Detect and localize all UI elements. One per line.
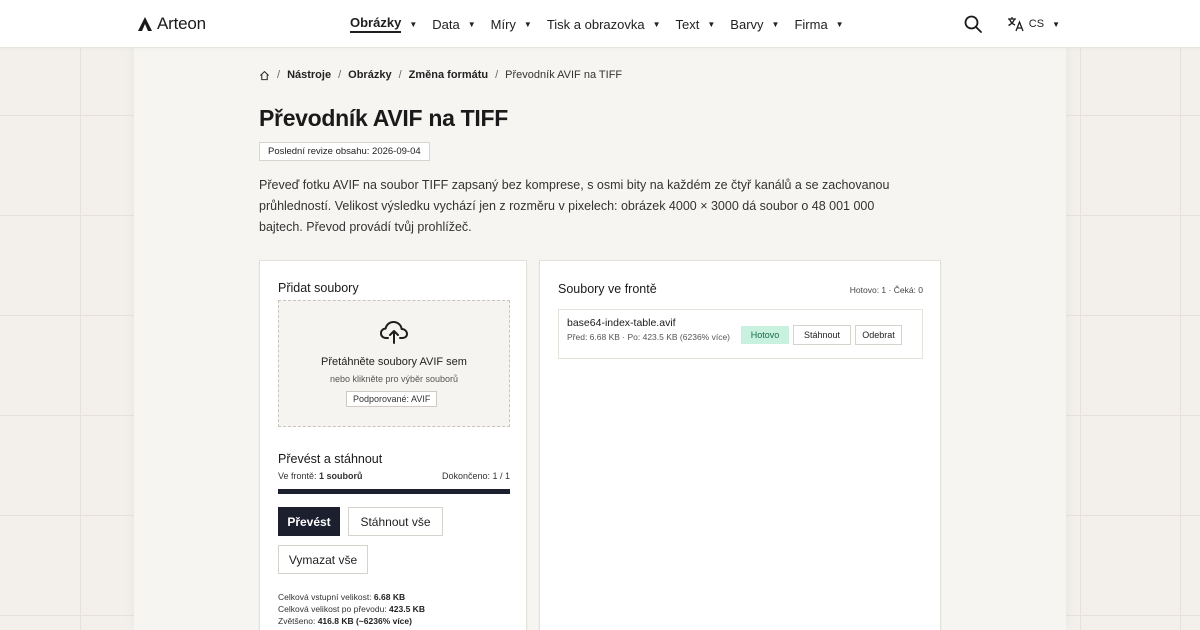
queue-status-count: Hotovo: 1 · Čeká: 0: [849, 285, 923, 295]
file-dropzone[interactable]: Přetáhněte soubory AVIF sem nebo kliknět…: [278, 300, 510, 427]
nav-item-label: Text: [675, 16, 700, 32]
nav-item-colors[interactable]: Barvy ▼: [730, 0, 779, 48]
breadcrumb-separator: /: [277, 69, 281, 81]
clear-all-button[interactable]: Vymazat vše: [278, 545, 368, 574]
nav-item-label: Míry: [490, 16, 516, 32]
search-icon[interactable]: [963, 14, 983, 34]
chevron-down-icon: ▼: [1052, 19, 1060, 29]
home-icon[interactable]: [259, 70, 270, 81]
status-badge: Hotovo: [741, 326, 789, 344]
queue-title: Soubory ve frontě: [558, 282, 657, 296]
dropzone-subtitle: nebo klikněte pro výběr souborů: [329, 374, 459, 384]
progress-fill: [278, 489, 510, 494]
language-switcher[interactable]: CS ▼: [1007, 16, 1060, 32]
nav-item-label: Data: [432, 16, 460, 32]
nav-item-label: Obrázky: [350, 15, 402, 33]
download-all-button[interactable]: Stáhnout vše: [348, 507, 443, 536]
brand-name: Arteon: [157, 14, 206, 33]
chevron-down-icon: ▼: [771, 19, 780, 29]
stat-output-size: Celková velikost po převodu: 423.5 KB: [278, 604, 425, 614]
brand-logo[interactable]: Arteon: [137, 14, 206, 34]
file-size-meta: Před: 6.68 KB · Po: 423.5 KB (6236% více…: [567, 332, 731, 342]
queue-file-row: base64-index-table.avif Před: 6.68 KB · …: [558, 309, 923, 359]
completed-count: Dokončeno: 1 / 1: [441, 471, 510, 481]
stat-growth: Zvětšeno: 416.8 KB (~6236% více): [278, 616, 412, 626]
nav-item-label: Barvy: [730, 16, 764, 32]
main-content: / Nástroje / Obrázky / Změna formátu / P…: [134, 48, 1066, 630]
breadcrumb-tools[interactable]: Nástroje: [287, 69, 331, 81]
intro-text: Převeď fotku AVIF na soubor TIFF zapsaný…: [259, 178, 890, 234]
chevron-down-icon: ▼: [467, 19, 476, 29]
nav-item-text[interactable]: Text ▼: [676, 0, 716, 48]
upload-card: Přidat soubory Přetáhněte soubory AVIF s…: [259, 260, 527, 630]
breadcrumb-format-change[interactable]: Změna formátu: [409, 69, 488, 81]
stat-input-size: Celková vstupní velikost: 6.68 KB: [278, 592, 406, 602]
chevron-down-icon: ▼: [523, 19, 532, 29]
chevron-down-icon: ▼: [652, 19, 661, 29]
nav-item-company[interactable]: Firma ▼: [794, 0, 843, 48]
main-nav: Obrázky ▼ Data ▼ Míry ▼ Tisk a obrazovka…: [350, 0, 859, 48]
header-tools: CS ▼: [963, 14, 1060, 34]
cloud-upload-icon: [380, 321, 408, 344]
nav-item-images[interactable]: Obrázky ▼: [350, 0, 417, 48]
nav-item-label: Tisk a obrazovka: [546, 16, 645, 32]
supported-formats-badge: Podporované: AVIF: [346, 391, 438, 407]
breadcrumb: / Nástroje / Obrázky / Změna formátu / P…: [259, 69, 622, 81]
conversion-progress-bar: [278, 489, 510, 494]
nav-item-print-screen[interactable]: Tisk a obrazovka ▼: [547, 0, 661, 48]
breadcrumb-separator: /: [338, 69, 342, 81]
size-stats: Celková vstupní velikost: 6.68 KB Celkov…: [278, 591, 425, 627]
logo-mark-icon: [138, 17, 152, 31]
page-title: Převodník AVIF na TIFF: [259, 105, 508, 131]
upload-title: Přidat soubory: [278, 281, 359, 295]
file-remove-button[interactable]: Odebrat: [855, 325, 902, 345]
breadcrumb-separator: /: [495, 69, 499, 81]
convert-button[interactable]: Převést: [278, 507, 340, 536]
dropzone-title: Přetáhněte soubory AVIF sem: [321, 356, 467, 368]
queue-card: Soubory ve frontě Hotovo: 1 · Čeká: 0 ba…: [539, 260, 941, 630]
breadcrumb-images[interactable]: Obrázky: [348, 69, 391, 81]
convert-title: Převést a stáhnout: [278, 452, 383, 466]
revision-badge: Poslední revize obsahu: 2026-09-04: [259, 142, 430, 161]
nav-item-data[interactable]: Data ▼: [432, 0, 475, 48]
language-code: CS: [1028, 18, 1045, 30]
chevron-down-icon: ▼: [409, 19, 418, 29]
top-navigation-bar: Arteon Obrázky ▼ Data ▼ Míry ▼ Tisk a ob…: [0, 0, 1200, 48]
translate-icon: [1007, 17, 1024, 32]
chevron-down-icon: ▼: [835, 19, 844, 29]
breadcrumb-current: Převodník AVIF na TIFF: [505, 69, 623, 81]
nav-item-measures[interactable]: Míry ▼: [491, 0, 532, 48]
queue-size-text: Ve frontě: 1 souborů: [278, 471, 363, 481]
file-name: base64-index-table.avif: [567, 317, 676, 329]
chevron-down-icon: ▼: [707, 19, 716, 29]
file-download-button[interactable]: Stáhnout: [793, 325, 851, 345]
convert-queue-info: Ve frontě: 1 souborů Dokončeno: 1 / 1: [278, 471, 510, 481]
nav-item-label: Firma: [794, 16, 828, 32]
breadcrumb-separator: /: [398, 69, 402, 81]
